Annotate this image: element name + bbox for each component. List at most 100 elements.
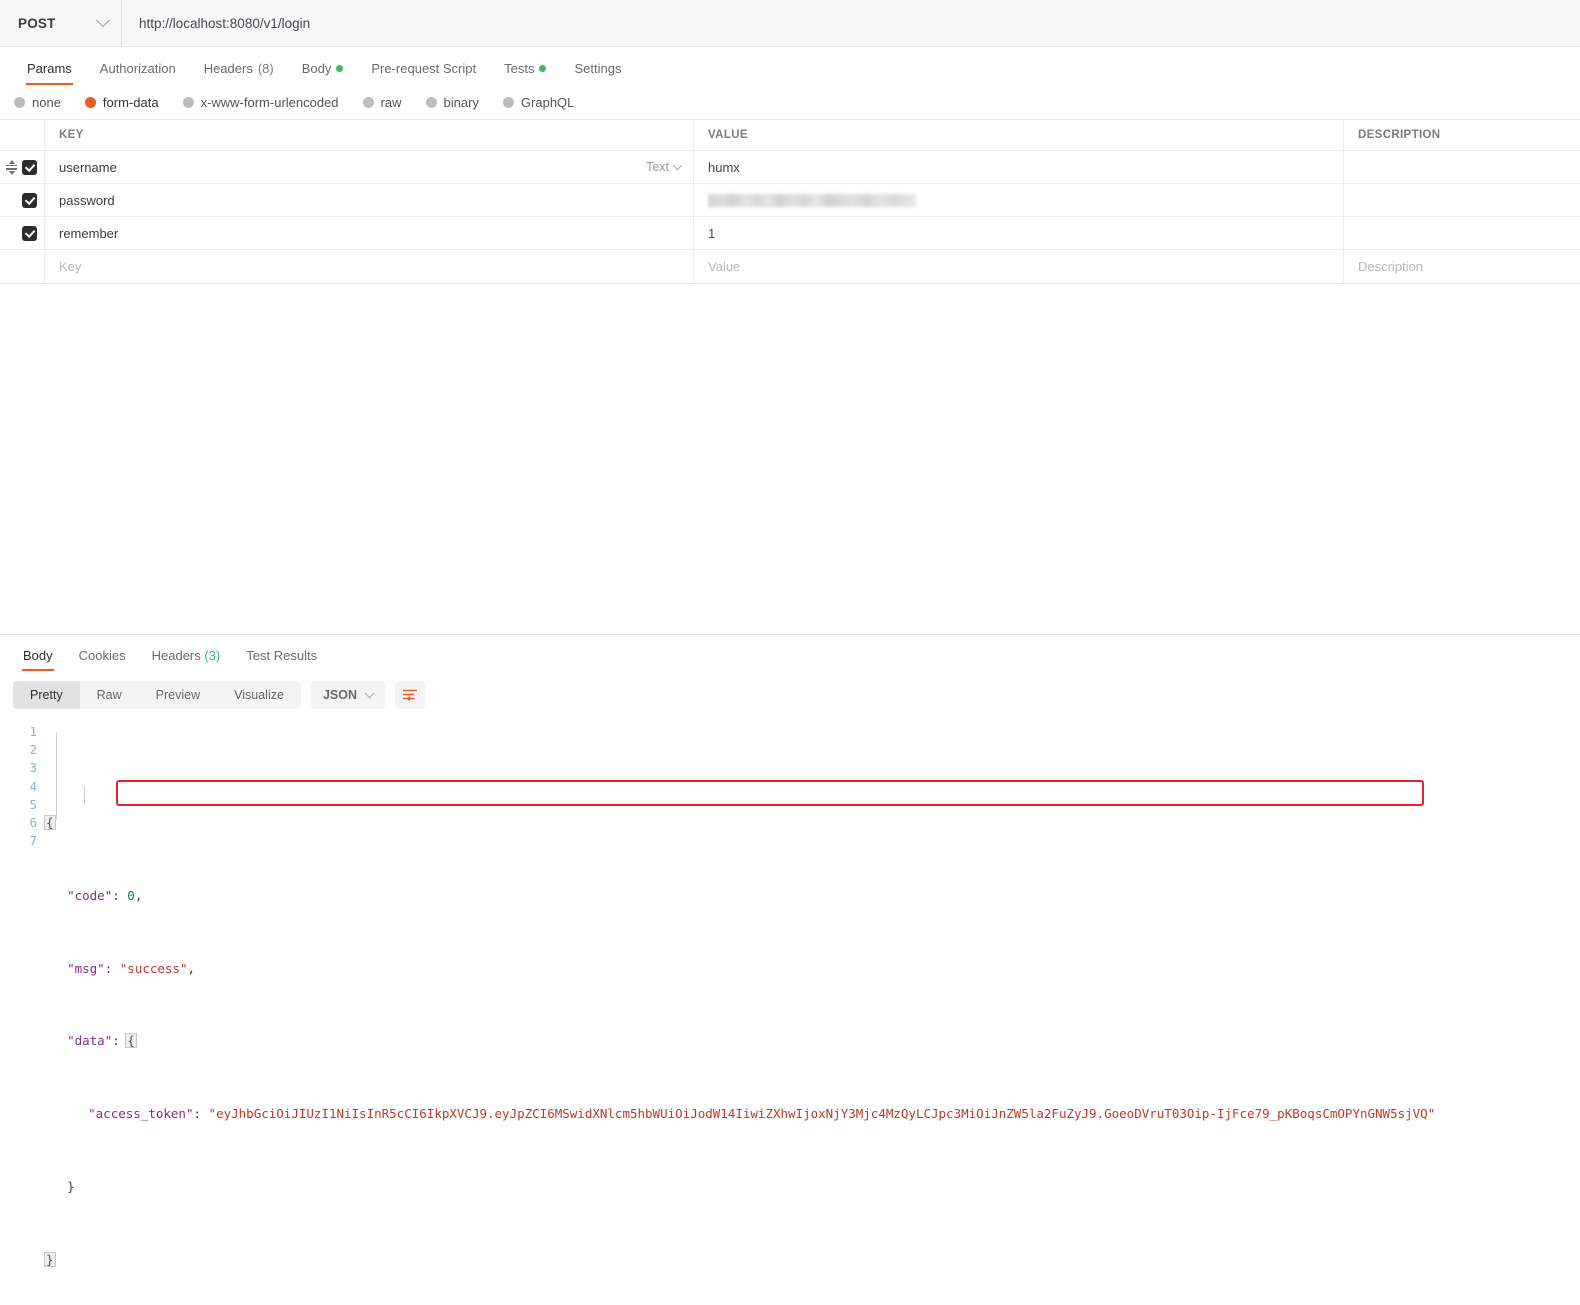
cell-description[interactable] (1344, 217, 1580, 249)
header-cell-description: DESCRIPTION (1344, 120, 1580, 150)
body-type-label: binary (443, 94, 479, 110)
json-key-data: "data" (67, 1033, 113, 1049)
response-tab-body[interactable]: Body (10, 648, 66, 671)
tab-label: Settings (574, 61, 622, 76)
header-cell-key: KEY (45, 120, 694, 150)
radio-icon (362, 96, 374, 108)
body-type-raw[interactable]: raw (362, 94, 415, 110)
tab-label: Headers (203, 61, 253, 76)
row-checkbox[interactable] (22, 225, 37, 241)
wrap-text-button[interactable] (395, 681, 425, 709)
response-format-select[interactable]: JSON (310, 681, 385, 709)
cell-value-empty[interactable]: Value (694, 250, 1344, 283)
chevron-down-icon (672, 159, 683, 170)
tab-label: Headers (151, 648, 201, 663)
cell-value[interactable]: 1 (694, 217, 1344, 249)
table-row[interactable]: password (0, 184, 1580, 217)
column-header-description: DESCRIPTION (1358, 129, 1441, 141)
url-input[interactable]: http://localhost:8080/v1/login (122, 0, 1580, 46)
tab-label: Test Results (246, 648, 318, 663)
url-bar: POST http://localhost:8080/v1/login (0, 0, 1580, 47)
body-type-label: x-www-form-urlencoded (200, 94, 339, 110)
response-tab-cookies[interactable]: Cookies (66, 648, 139, 671)
drag-handle-icon[interactable] (6, 159, 17, 175)
tab-count: (3) (204, 648, 221, 663)
cell-key-empty[interactable]: Key (45, 250, 694, 283)
arrow-down-icon (8, 170, 15, 175)
line-number: 6 (29, 814, 37, 830)
radio-icon (14, 96, 25, 108)
cell-value[interactable] (694, 184, 1344, 216)
value-text: humx (708, 159, 740, 175)
cell-description[interactable] (1344, 151, 1580, 183)
body-type-label: raw (380, 94, 402, 110)
value-text: 1 (708, 225, 716, 241)
response-format-label: JSON (322, 688, 357, 702)
arrow-up-icon (8, 159, 15, 164)
field-type-select[interactable]: Text (646, 159, 683, 174)
view-mode-raw[interactable]: Raw (80, 681, 139, 709)
code-line-1: { (44, 814, 1580, 832)
cell-description-empty[interactable]: Description (1344, 250, 1580, 283)
code-line-6: } (46, 1178, 1580, 1196)
cell-value[interactable]: humx (694, 151, 1344, 183)
description-placeholder: Description (1358, 259, 1424, 274)
status-dot-icon (336, 65, 344, 72)
response-tab-headers[interactable]: Headers (3) (139, 648, 234, 671)
body-type-form-data[interactable]: form-data (84, 95, 172, 110)
body-type-label: GraphQL (520, 94, 575, 110)
body-type-binary[interactable]: binary (425, 94, 492, 110)
response-tab-test-results[interactable]: Test Results (233, 648, 330, 671)
tab-body[interactable]: Body (288, 61, 358, 85)
row-checkbox[interactable] (22, 192, 37, 208)
cell-description[interactable] (1344, 184, 1580, 216)
tab-tests[interactable]: Tests (490, 61, 560, 85)
close-brace-root[interactable]: } (44, 1251, 56, 1267)
column-header-value: VALUE (708, 129, 748, 141)
json-value-msg: "success" (119, 960, 188, 976)
tab-pre-request-script[interactable]: Pre-request Script (357, 61, 490, 85)
cell-key[interactable]: username Text (45, 151, 694, 183)
http-method-select[interactable]: POST (0, 0, 122, 46)
tab-label: Body (301, 61, 332, 76)
key-placeholder: Key (59, 259, 82, 274)
field-type-label: Text (646, 160, 669, 174)
tab-params[interactable]: Params (13, 61, 86, 85)
tab-headers[interactable]: Headers (8) (190, 61, 288, 85)
line-number: 5 (29, 796, 37, 812)
code-line-5: "access_token": "eyJhbGciOiJIUzI1NiIsInR… (88, 1106, 1436, 1122)
json-value-code: 0 (127, 887, 135, 903)
tab-authorization[interactable]: Authorization (86, 61, 190, 85)
request-body-empty-space (0, 284, 1580, 634)
row-controls (0, 217, 45, 249)
fold-guide (84, 786, 85, 805)
body-type-urlencoded[interactable]: x-www-form-urlencoded (182, 94, 352, 110)
tab-label: Cookies (78, 648, 126, 663)
tab-label: Params (27, 61, 72, 76)
json-key-access-token: "access_token" (88, 1106, 194, 1122)
cell-key[interactable]: password (45, 184, 694, 216)
view-mode-visualize[interactable]: Visualize (217, 681, 301, 709)
table-row-empty[interactable]: Key Value Description (0, 250, 1580, 283)
key-text: username (59, 159, 117, 175)
code-line-2: "code": 0, (67, 887, 143, 903)
table-header-row: KEY VALUE DESCRIPTION (0, 120, 1580, 151)
table-row[interactable]: username Text humx (0, 151, 1580, 184)
open-brace-data[interactable]: { (125, 1033, 137, 1049)
response-body-viewer[interactable]: 1 2 3 4 5 6 7 { "code": 0, "msg": "succe… (0, 717, 1580, 1305)
body-type-none[interactable]: none (14, 95, 74, 110)
open-brace-root[interactable]: { (44, 815, 56, 831)
table-row[interactable]: remember 1 (0, 217, 1580, 250)
view-mode-preview[interactable]: Preview (139, 681, 217, 709)
column-header-key: KEY (59, 129, 84, 141)
body-type-graphql[interactable]: GraphQL (502, 94, 587, 110)
row-checkbox[interactable] (22, 159, 37, 175)
cell-key[interactable]: remember (45, 217, 694, 249)
header-cell-value: VALUE (694, 120, 1344, 150)
view-mode-pretty[interactable]: Pretty (13, 681, 80, 709)
request-tabs: Params Authorization Headers (8) Body Pr… (0, 47, 1580, 85)
tab-settings[interactable]: Settings (560, 61, 635, 85)
code-line-4: "data": { (67, 1033, 137, 1049)
form-data-table: KEY VALUE DESCRIPTION username Text humx (0, 119, 1580, 284)
tab-count: (8) (257, 61, 274, 76)
